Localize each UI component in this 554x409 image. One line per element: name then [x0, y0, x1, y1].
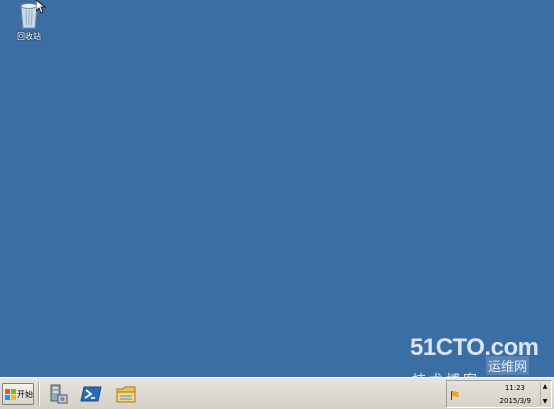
- watermark-brand: 51CTO.com: [410, 334, 539, 361]
- powershell-icon: [80, 386, 102, 402]
- taskbar: 开始 11:23 2015/3/9 ▲ ▼: [0, 377, 554, 409]
- tray-scroll[interactable]: ▲ ▼: [540, 383, 549, 405]
- start-label: 开始: [17, 389, 33, 399]
- watermark-side-text: 运维网: [486, 356, 530, 375]
- server-manager-icon: [50, 384, 68, 404]
- watermark: 51CTO.com 运维网 技术博客 iyunv.com: [410, 334, 550, 398]
- tray-scroll-down-icon[interactable]: ▼: [543, 398, 548, 405]
- clock-time[interactable]: 11:23: [505, 384, 525, 392]
- windows-logo-icon: [5, 388, 16, 400]
- recycle-bin-label: 回收站: [17, 32, 41, 41]
- mouse-cursor-icon: [36, 0, 46, 14]
- clock-date[interactable]: 2015/3/9: [500, 397, 531, 405]
- file-explorer-icon: [116, 386, 136, 403]
- quick-launch-server-manager[interactable]: [47, 383, 69, 405]
- action-center-flag-icon[interactable]: [451, 391, 460, 400]
- tray-scroll-up-icon[interactable]: ▲: [543, 383, 548, 390]
- quick-launch-file-explorer[interactable]: [115, 383, 137, 405]
- start-button[interactable]: 开始: [2, 383, 34, 405]
- desktop[interactable]: 回收站 51CTO.com 运维网 技术博客 iyunv.com: [0, 0, 554, 398]
- quick-launch-powershell[interactable]: [80, 383, 102, 405]
- taskbar-separator: [38, 382, 40, 406]
- system-tray: 11:23 2015/3/9 ▲ ▼: [446, 380, 552, 408]
